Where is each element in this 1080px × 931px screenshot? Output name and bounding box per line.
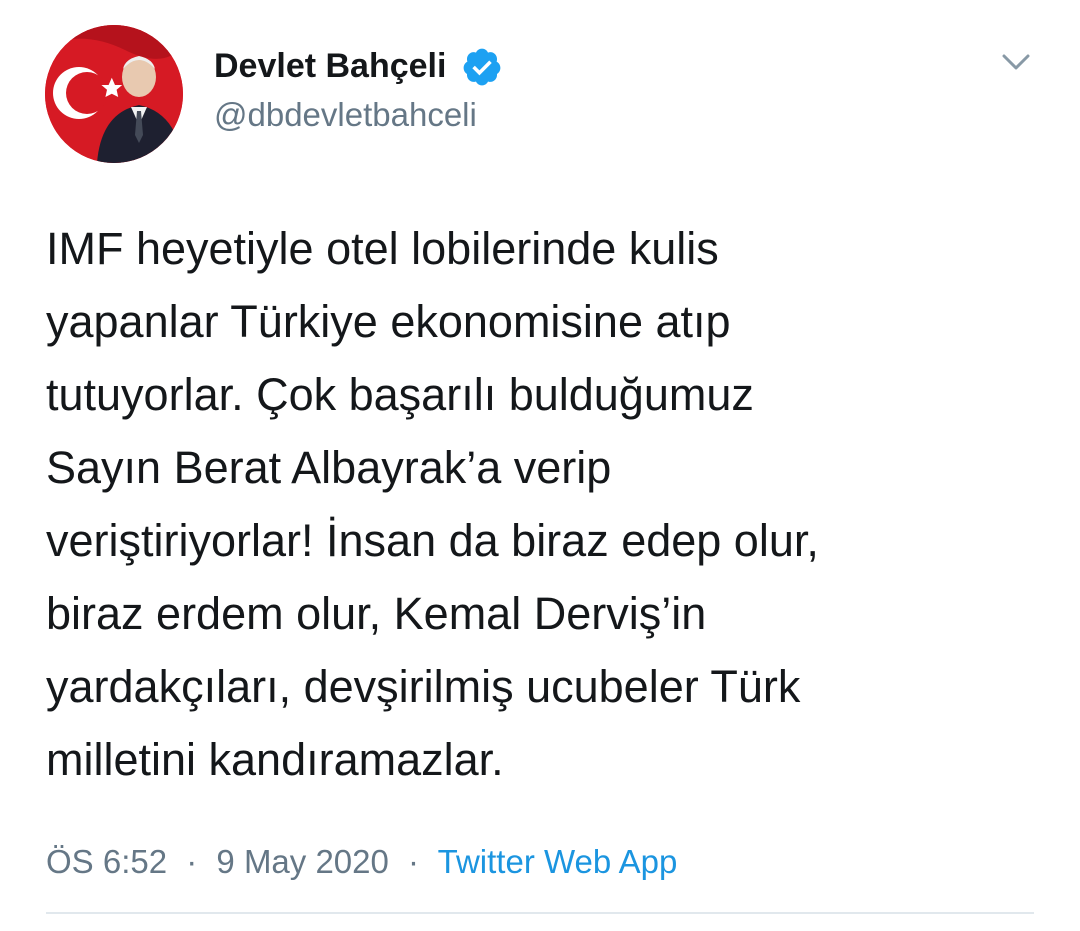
- tweet-text-line: tutuyorlar. Çok başarılı bulduğumuz: [46, 369, 754, 420]
- tweet-text-line: yardakçıları, devşirilmiş ucubeler Türk: [46, 661, 801, 712]
- chevron-down-icon[interactable]: [998, 44, 1034, 80]
- tweet-text: IMF heyetiyle otel lobilerinde kulis yap…: [46, 212, 1046, 796]
- tweet-text-line: yapanlar Türkiye ekonomisine atıp: [46, 296, 731, 347]
- tweet-time[interactable]: ÖS 6:52: [46, 843, 167, 880]
- tweet-text-line: milletini kandıramazlar.: [46, 734, 504, 785]
- tweet-date[interactable]: 9 May 2020: [216, 843, 388, 880]
- tweet-text-line: biraz erdem olur, Kemal Derviş’in: [46, 588, 707, 639]
- tweet-meta: ÖS 6:52 · 9 May 2020 · Twitter Web App: [46, 840, 677, 884]
- handle[interactable]: @dbdevletbahceli: [214, 95, 477, 135]
- meta-separator: ·: [186, 843, 198, 880]
- tweet-text-line: veriştiriyorlar! İnsan da biraz edep olu…: [46, 515, 819, 566]
- verified-badge-icon: [463, 48, 501, 86]
- meta-separator: ·: [408, 843, 420, 880]
- display-name[interactable]: Devlet Bahçeli: [214, 46, 446, 86]
- tweet-source-link[interactable]: Twitter Web App: [438, 843, 678, 880]
- divider: [46, 912, 1034, 914]
- avatar[interactable]: [45, 25, 183, 163]
- tweet-text-line: IMF heyetiyle otel lobilerinde kulis: [46, 223, 719, 274]
- tweet-text-line: Sayın Berat Albayrak’a verip: [46, 442, 612, 493]
- tweet-card: Devlet Bahçeli @dbdevletbahceli IMF heye…: [0, 0, 1080, 931]
